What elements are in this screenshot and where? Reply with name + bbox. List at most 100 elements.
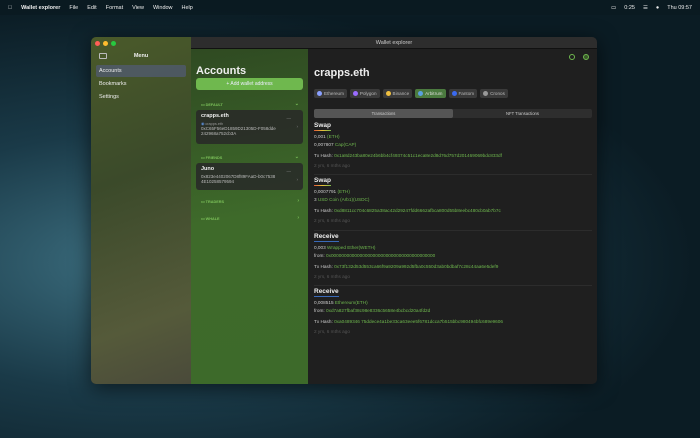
- battery-icon[interactable]: ▭: [611, 5, 616, 11]
- token[interactable]: Wrapped Ether(WETH): [327, 245, 375, 250]
- account-name: crapps.eth: [201, 113, 229, 119]
- group-traders[interactable]: ▭ TRADERS ›: [201, 198, 299, 204]
- chain-filter: Ethereum Polygon Binance Arbitrum Fantom Cron…: [314, 89, 508, 98]
- tx-hash-label: Tx Hash:: [314, 264, 333, 269]
- menu-bar:  Wallet explorer File Edit Format View …: [0, 0, 700, 15]
- account-address: 0xC65F56eD1859D21305D-F058dde242968a752c…: [201, 126, 276, 136]
- chain-chip-cronos[interactable]: Cronos: [480, 89, 508, 98]
- chain-label: Ethereum: [324, 91, 344, 96]
- chain-chip-arbitrum[interactable]: Arbitrum: [415, 89, 446, 98]
- group-friends[interactable]: ▭ FRIENDS ⌄: [201, 154, 299, 160]
- chevron-right-icon: ›: [296, 124, 299, 129]
- chevron-right-icon: ›: [297, 215, 299, 221]
- chain-chip-fantom[interactable]: Fantom: [448, 89, 478, 98]
- token[interactable]: (ETH): [337, 189, 350, 194]
- chain-label: Cronos: [490, 91, 505, 96]
- account-address: 0x823e4402067D8f89FAaD-b0c75384E10258579…: [201, 174, 276, 184]
- apple-icon[interactable]: : [8, 5, 12, 11]
- from-label: from:: [314, 253, 325, 258]
- transaction-type: Receive: [314, 288, 339, 297]
- transaction-item[interactable]: Receive 0,008515 Ethereum(ETH) from: 0xd…: [314, 288, 594, 334]
- token[interactable]: Ethereum(ETH): [335, 300, 368, 305]
- menu-edit[interactable]: Edit: [87, 5, 96, 11]
- from-address[interactable]: 0x00000000000000000000000000000000000000…: [326, 253, 435, 258]
- token[interactable]: (ETH): [327, 134, 340, 139]
- menu-help[interactable]: Help: [182, 5, 193, 11]
- divider: [314, 230, 592, 231]
- zoom-button[interactable]: [111, 41, 116, 46]
- fantom-icon: [451, 91, 457, 96]
- transaction-item[interactable]: Receive 0,003 Wrapped Ether(WETH) from: …: [314, 233, 594, 279]
- amount: 0,001: [314, 134, 326, 139]
- token[interactable]: USD Coin (Arb1)(USDC): [318, 197, 370, 202]
- timestamp: 2 yrs, 6 mths ago: [314, 274, 350, 279]
- sidebar-title: Menu: [133, 53, 149, 59]
- chevron-down-icon: ⌄: [294, 101, 299, 107]
- tx-hash[interactable]: 0x1a8d243ba80e24b6bb4cf49374c51c1eca8e2d…: [334, 153, 502, 158]
- tx-hash-label: Tx Hash:: [314, 319, 333, 324]
- menu-app-name[interactable]: Wallet explorer: [21, 5, 60, 11]
- battery-time: 0:25: [624, 4, 635, 11]
- menu-view[interactable]: View: [132, 5, 144, 11]
- group-label: FRIENDS: [205, 156, 223, 160]
- transaction-type: Swap: [314, 122, 331, 131]
- from-label: from:: [314, 308, 325, 313]
- siri-icon[interactable]: ●: [656, 5, 659, 11]
- chain-label: Arbitrum: [425, 91, 443, 96]
- tx-hash-label: Tx Hash:: [314, 153, 333, 158]
- control-center-icon[interactable]: ☰: [643, 5, 648, 11]
- timestamp: 2 yrs, 6 mths ago: [314, 329, 350, 334]
- divider: [314, 174, 592, 175]
- cronos-icon: [483, 91, 489, 96]
- amount: 0,0007791: [314, 189, 337, 194]
- chain-chip-binance[interactable]: Binance: [382, 89, 413, 98]
- tab-nft-transactions[interactable]: NFT Transactions: [453, 109, 592, 118]
- tx-hash-label: Tx Hash:: [314, 208, 333, 213]
- sidebar: Menu Accounts Bookmarks Settings: [91, 37, 191, 384]
- account-card[interactable]: crapps.eth ◉ crapps.eth 0xC65F56eD1859D2…: [196, 110, 303, 144]
- group-whale[interactable]: ▭ WHALE ›: [201, 215, 299, 221]
- more-icon[interactable]: —: [287, 169, 292, 174]
- tx-hash[interactable]: 0xa0489346 75ddece4a1be33ca63eee5f6781dc…: [334, 319, 503, 324]
- group-label: DEFAULT: [205, 103, 223, 107]
- from-address[interactable]: 0xd7a827fbaf38c98e8336c5658e4bcbcd20a4fd…: [326, 308, 430, 313]
- amount: 0,003: [314, 245, 326, 250]
- sidebar-item-bookmarks[interactable]: Bookmarks: [96, 78, 186, 90]
- wallet-title: crapps.eth: [314, 67, 370, 79]
- token[interactable]: Cap(CAP): [335, 142, 356, 147]
- timestamp: 2 yrs, 6 mths ago: [314, 163, 350, 168]
- transaction-item[interactable]: Swap 0,001 (ETH) 0,007807 Cap(CAP) Tx Ha…: [314, 122, 594, 168]
- menu-file[interactable]: File: [69, 5, 78, 11]
- clock[interactable]: Thu 09:57: [667, 5, 692, 11]
- minimize-button[interactable]: [103, 41, 108, 46]
- tab-transactions[interactable]: Transactions: [314, 109, 453, 118]
- remove-icon[interactable]: [583, 54, 589, 60]
- sidebar-item-settings[interactable]: Settings: [96, 91, 186, 103]
- ethereum-icon: [317, 91, 322, 96]
- accounts-title: Accounts: [196, 65, 247, 77]
- accounts-panel: Accounts + Add wallet address ▭ DEFAULT ⌄…: [191, 49, 308, 384]
- chain-label: Polygon: [359, 91, 377, 96]
- amount: 0,007807: [314, 142, 334, 147]
- binance-icon: [385, 91, 391, 96]
- info-icon[interactable]: [569, 54, 575, 60]
- transaction-item[interactable]: Swap 0,0007791 (ETH) 3 USD Coin (Arb1)(U…: [314, 177, 594, 223]
- menu-format[interactable]: Format: [106, 5, 123, 11]
- account-name: Juno: [201, 166, 215, 172]
- app-window: Menu Accounts Bookmarks Settings Wallet …: [91, 37, 597, 384]
- tx-hash[interactable]: 0xd8811cc704c6825a38ac42d29247fdd6662afb…: [334, 208, 501, 213]
- close-button[interactable]: [95, 41, 100, 46]
- account-card[interactable]: Juno 0x823e4402067D8f89FAaD-b0c75384E102…: [196, 163, 303, 190]
- chain-chip-ethereum[interactable]: Ethereum: [314, 89, 347, 98]
- more-icon[interactable]: —: [287, 116, 292, 121]
- add-wallet-button[interactable]: + Add wallet address: [196, 78, 303, 90]
- transaction-type: Swap: [314, 177, 331, 186]
- menu-window[interactable]: Window: [153, 5, 173, 11]
- tx-hash[interactable]: 0x73f132d53d553ca66f9a9209a992d5fba0c550…: [334, 264, 498, 269]
- group-label: WHALE: [205, 217, 220, 221]
- group-default[interactable]: ▭ DEFAULT ⌄: [201, 101, 299, 107]
- chain-chip-polygon[interactable]: Polygon: [349, 89, 380, 98]
- sidebar-item-accounts[interactable]: Accounts: [96, 65, 186, 77]
- wallet-detail: crapps.eth Ethereum Polygon Binance Arbitru…: [308, 49, 597, 384]
- group-label: TRADERS: [205, 200, 225, 204]
